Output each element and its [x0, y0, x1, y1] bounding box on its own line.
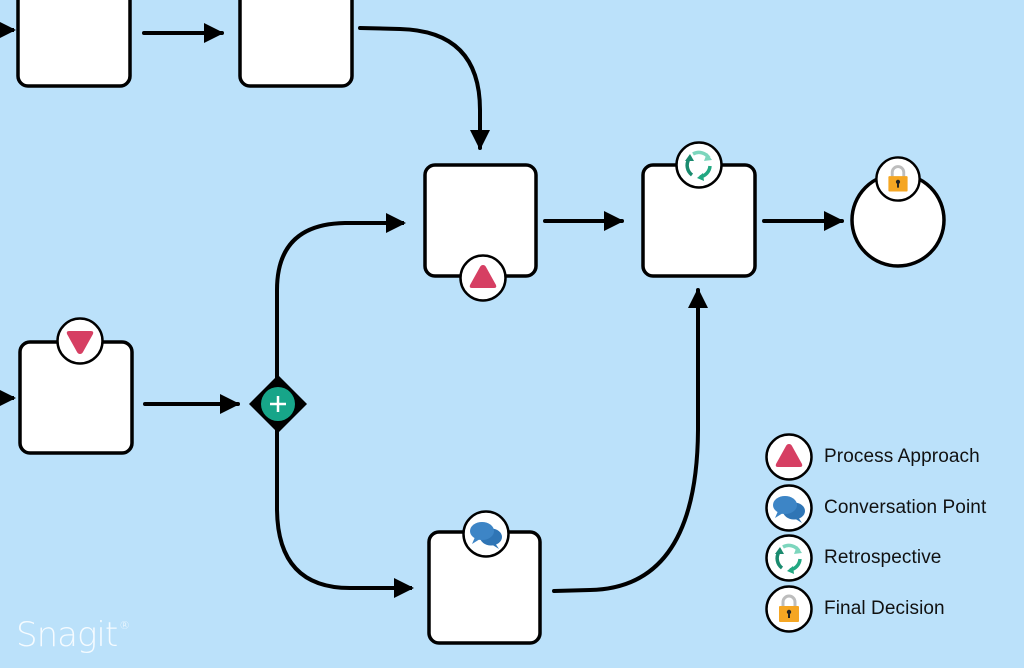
parallel-gateway[interactable]: [249, 375, 307, 433]
process-approach-up-icon: [459, 254, 507, 302]
legend-label: Conversation Point: [824, 496, 987, 518]
task-top-1[interactable]: [16, 0, 132, 88]
edges: [0, 20, 844, 598]
legend-item-final-decision: Final Decision: [764, 584, 986, 635]
task-top-2[interactable]: [238, 0, 354, 88]
legend-label: Final Decision: [824, 597, 945, 619]
edge-gateway-to-task-middle: [275, 213, 406, 380]
final-decision-icon: [764, 584, 814, 634]
edge-gateway-to-task-bottom: [275, 428, 414, 598]
watermark-text: Snagit: [16, 615, 118, 655]
conversation-point-icon: [462, 510, 510, 558]
legend-item-retrospective: Retrospective: [764, 533, 986, 584]
snagit-watermark: Snagit ®: [16, 615, 130, 655]
registered-mark: ®: [119, 619, 130, 632]
conversation-point-icon: [764, 483, 814, 533]
edge-task-bottom-to-task-retro: [552, 288, 708, 593]
process-approach-down-icon: [56, 317, 104, 365]
final-decision-icon: [874, 155, 922, 203]
retrospective-icon: [674, 140, 724, 190]
legend-item-conversation-point: Conversation Point: [764, 483, 986, 534]
legend: Process Approach Conversation Point Retr…: [764, 432, 986, 634]
legend-item-process-approach: Process Approach: [764, 432, 986, 483]
edge-task-top-2-to-task-middle: [358, 26, 490, 150]
legend-label: Retrospective: [824, 547, 942, 569]
legend-label: Process Approach: [824, 446, 980, 468]
process-approach-icon: [764, 432, 814, 482]
retrospective-icon: [764, 533, 814, 583]
